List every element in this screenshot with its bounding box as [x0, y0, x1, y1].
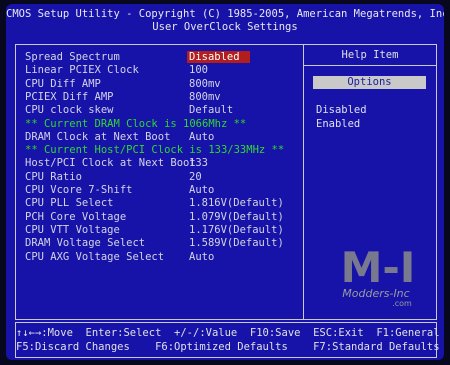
panel-divider [303, 45, 304, 319]
setting-label: CPU Vcore 7-Shift [25, 184, 133, 196]
key-help-footer: ↑↓←→:Move Enter:Select +/-/:Value F10:Sa… [15, 322, 444, 358]
option-enabled[interactable]: Enabled [316, 118, 360, 130]
setting-value[interactable]: 800mv [189, 91, 221, 103]
setting-value[interactable]: 100 [189, 64, 208, 76]
setting-value[interactable]: Auto [189, 184, 214, 196]
setting-value[interactable]: 800mv [189, 78, 221, 90]
footer-line-2: F5:Discard Changes F6:Optimized Defaults… [16, 341, 440, 353]
setting-value[interactable]: 133 [189, 157, 208, 169]
setting-value[interactable]: 1.176V(Default) [189, 224, 284, 236]
monitor-frame: CMOS Setup Utility - Copyright (C) 1985-… [0, 0, 450, 365]
watermark-text: M-I [341, 243, 416, 292]
copyright-line: CMOS Setup Utility - Copyright (C) 1985-… [6, 8, 444, 20]
setting-label: CPU AXG Voltage Select [25, 250, 165, 263]
setting-label: PCH Core Voltage [25, 210, 127, 223]
setting-value[interactable]: 20 [189, 171, 202, 183]
setting-label: CPU VTT Voltage [25, 223, 120, 236]
setting-value[interactable]: Auto [189, 131, 214, 143]
setting-label: Host/PCI Clock at Next Boot [25, 157, 196, 170]
option-disabled[interactable]: Disabled [316, 104, 367, 116]
setting-label: DRAM Clock at Next Boot [25, 130, 171, 143]
setting-value[interactable]: 1.816V(Default) [189, 197, 284, 209]
modders-inc-watermark-logo: M-I Modders-Inc .com [341, 243, 416, 308]
setting-label: CPU PLL Select [25, 197, 114, 210]
setting-label: Spread Spectrum [25, 51, 120, 63]
help-title: Help Item [341, 49, 399, 61]
options-header: Options [313, 76, 426, 89]
setting-label: Linear PCIEX Clock [25, 64, 139, 77]
setting-label: ** Current Host/PCI Clock is 133/33MHz *… [25, 144, 285, 157]
setting-label: PCIEX Diff AMP [25, 90, 114, 103]
setting-label: CPU Diff AMP [25, 77, 101, 90]
setting-label: CPU Ratio [25, 170, 82, 183]
setting-value[interactable]: Auto [189, 251, 214, 263]
setting-value[interactable]: 1.079V(Default) [189, 211, 284, 223]
setting-label: ** Current DRAM Clock is 1066Mhz ** [25, 117, 247, 130]
watermark-suffix: .com [392, 299, 412, 308]
setting-label: DRAM Voltage Select [25, 237, 146, 250]
page-title: User OverClock Settings [152, 21, 298, 33]
settings-panel: Spread Spectrum Disabled Linear PCIEX Cloc… [15, 44, 437, 320]
bios-header: CMOS Setup Utility - Copyright (C) 1985-… [6, 8, 444, 34]
bios-screen: CMOS Setup Utility - Copyright (C) 1985-… [6, 4, 444, 360]
setting-label: CPU clock skew [25, 104, 114, 117]
setting-value[interactable]: Disabled [187, 51, 250, 63]
help-divider [304, 65, 436, 66]
setting-value[interactable]: Default [189, 104, 233, 116]
setting-value[interactable]: 1.589V(Default) [189, 237, 284, 249]
footer-line-1: ↑↓←→:Move Enter:Select +/-/:Value F10:Sa… [16, 327, 444, 339]
